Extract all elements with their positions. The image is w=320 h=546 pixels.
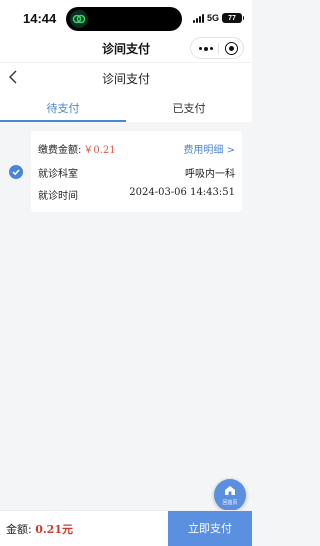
amount-row: 缴费金额: ￥0.21 费用明细 > [38, 141, 235, 157]
battery-icon: 77 [222, 13, 244, 23]
tab-paid[interactable]: 已支付 [126, 92, 252, 122]
page-header: 诊间支付 [0, 62, 252, 92]
amount-label: 缴费金额: [38, 145, 82, 156]
total-amount: 金额: 0.21元 [6, 521, 73, 537]
bottom-bar: 金额: 0.21元 立即支付 [0, 510, 252, 546]
tab-bar: 待支付 已支付 [0, 92, 252, 122]
page-title: 诊间支付 [101, 72, 150, 86]
department-label: 就诊科室 [38, 169, 78, 180]
home-fab-label: 回首页 [222, 500, 238, 506]
status-bar: 14:44 5G 77 [0, 0, 252, 36]
home-fab-button[interactable]: 回首页 [214, 479, 246, 511]
total-label: 金额: [6, 523, 36, 536]
dynamic-island [66, 7, 182, 31]
bill-card[interactable]: 缴费金额: ￥0.21 费用明细 > 就诊科室 呼吸内一科 就诊时间 2024-0… [31, 131, 242, 212]
status-time: 14:44 [23, 11, 57, 26]
status-indicators: 5G 77 [192, 11, 244, 25]
department-row: 就诊科室 呼吸内一科 [38, 165, 235, 181]
amount-row-text: 缴费金额: ￥0.21 [38, 141, 116, 156]
total-value: 0.21元 [35, 523, 73, 536]
battery-level: 77 [228, 14, 236, 22]
capsule-divider [218, 43, 219, 54]
checkbox-selected-icon[interactable] [9, 165, 23, 179]
wechat-pay-icon [70, 10, 88, 28]
department-value: 呼吸内一科 [185, 169, 235, 180]
tab-pending[interactable]: 待支付 [0, 92, 126, 122]
signal-icon [192, 13, 204, 23]
network-label: 5G [206, 13, 219, 23]
more-icon[interactable] [199, 46, 213, 51]
visit-time-value: 2024-03-06 14:43:51 [129, 187, 235, 198]
home-icon [225, 486, 235, 495]
visit-time-label: 就诊时间 [38, 191, 78, 202]
fee-detail-link[interactable]: 费用明细 > [183, 141, 235, 156]
pay-now-button[interactable]: 立即支付 [168, 511, 252, 546]
visit-time-row: 就诊时间 2024-03-06 14:43:51 [38, 187, 235, 203]
close-miniprogram-icon[interactable] [225, 42, 238, 55]
miniprogram-header: 诊间支付 [0, 36, 252, 62]
amount-value: ￥0.21 [83, 145, 116, 156]
miniprogram-capsule [190, 37, 244, 59]
